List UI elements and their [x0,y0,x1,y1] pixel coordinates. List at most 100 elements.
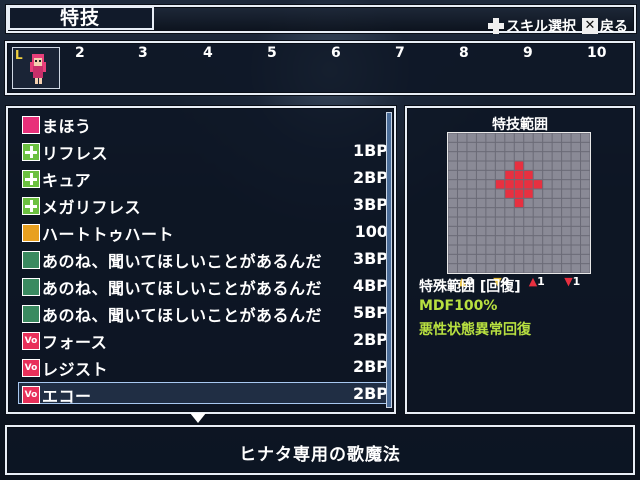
range-cell [562,208,571,217]
skill-name: レジスト [42,360,109,379]
range-cell [543,180,552,189]
range-cell [476,189,486,198]
range-cell [581,189,590,198]
range-cell-active [533,180,543,189]
range-cell [448,142,457,152]
range-cell [543,198,552,208]
range-cell [476,198,486,208]
range-cell [505,198,514,208]
hint-back[interactable]: 戻る [600,16,628,36]
skill-row[interactable]: Vo レジスト 2BP [22,355,388,381]
range-panel-title: 特技範囲 [492,117,548,133]
range-cell [476,161,486,170]
skill-row[interactable]: あのね、聞いてほしいことがあるんだ 5BP [22,301,388,327]
scroll-down-arrow-icon[interactable] [190,413,206,423]
range-cell-active [514,170,524,180]
level-slot-2[interactable]: 2 [75,45,85,61]
range-cell [476,133,486,142]
range-cell [581,254,590,264]
range-cell [467,133,476,142]
level-slot-9[interactable]: 9 [523,45,533,61]
skill-name: ハートトゥハート [42,225,175,244]
scrollbar[interactable] [386,112,392,408]
level-slot-6[interactable]: 6 [331,45,341,61]
range-cell [457,152,467,161]
skill-name: あのね、聞いてほしいことがあるんだ [42,252,323,271]
range-cell [505,236,514,245]
range-cell-active [514,161,524,170]
level-slot-3[interactable]: 3 [138,45,148,61]
skill-cost: 3BP [352,249,388,268]
range-cell-active [514,198,524,208]
level-slot-10[interactable]: 10 [587,45,606,61]
range-cell [467,208,476,217]
range-cell [533,254,543,264]
level-slot-8[interactable]: 8 [459,45,469,61]
skill-name: あのね、聞いてほしいことがあるんだ [42,306,323,325]
range-cell [476,226,486,236]
range-cell [486,226,495,236]
range-cell [533,133,543,142]
up-arrow-icon: ▲ [528,275,538,288]
range-grid-svg [448,133,590,273]
range-cell [486,152,495,161]
skill-row[interactable]: キュア 2BP [22,166,388,192]
range-cell [543,217,552,226]
range-cell [486,236,495,245]
range-cell [448,180,457,189]
range-cell [505,254,514,264]
skill-name: メガリフレス [42,198,142,217]
range-cell [467,245,476,254]
range-cell [486,170,495,180]
level-slot-5[interactable]: 5 [267,45,277,61]
range-cell [448,208,457,217]
level-slot-4[interactable]: 4 [203,45,213,61]
range-cell [448,189,457,198]
range-cell [524,236,533,245]
range-cell [571,245,581,254]
heart-icon [22,224,40,242]
range-cell [486,180,495,189]
skill-row[interactable]: あのね、聞いてほしいことがあるんだ 3BP [22,247,388,273]
range-cell-active [505,180,514,189]
range-cell [514,264,524,273]
range-cell [505,226,514,236]
skill-row[interactable]: ハートトゥハート 100 [22,220,388,246]
range-cell [533,161,543,170]
range-cell [552,217,562,226]
skill-name: リフレス [42,144,109,163]
range-cell [552,180,562,189]
range-cell [448,161,457,170]
range-cell [514,236,524,245]
range-cell [524,217,533,226]
range-cell [524,245,533,254]
range-cell [486,142,495,152]
skill-name: あのね、聞いてほしいことがあるんだ [42,279,323,298]
range-cell [476,264,486,273]
range-cell [552,198,562,208]
skill-row[interactable]: リフレス 1BP [22,139,388,165]
skill-row-category[interactable]: まほう [22,112,388,138]
range-cell [543,170,552,180]
character-portrait[interactable]: L [12,47,60,89]
level-slot-7[interactable]: 7 [395,45,405,61]
range-cell [486,254,495,264]
range-cell [543,226,552,236]
range-cell [505,152,514,161]
range-cell [543,161,552,170]
level-badge: L [15,48,23,62]
range-cell [533,236,543,245]
range-cell [505,133,514,142]
magic-category-icon [22,116,40,134]
skill-row-selected[interactable]: あのね、聞いてほしいことがあるんだ 4BP [22,274,388,300]
skill-row[interactable]: Vo フォース 2BP [22,328,388,354]
range-cell [448,245,457,254]
skill-cost: 2BP [352,330,388,349]
range-cell [457,217,467,226]
range-cell [581,198,590,208]
skill-row[interactable]: メガリフレス 3BP [22,193,388,219]
hint-area: スキル選択 ✕ 戻る [482,15,628,37]
skill-row[interactable]: Vo エコー 2BP [22,382,388,408]
range-cell [495,161,505,170]
range-cell [524,161,533,170]
